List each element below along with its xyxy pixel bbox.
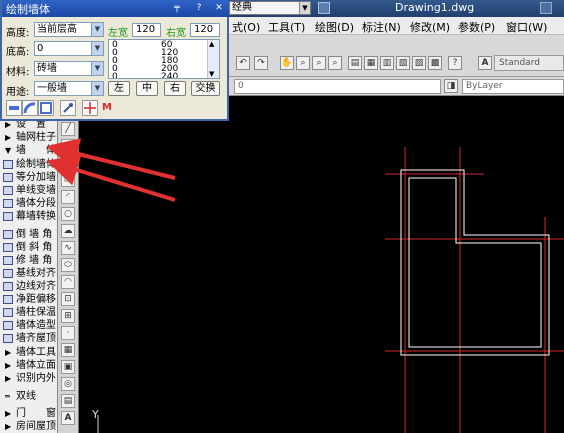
usage-value: 一般墙 [37,83,67,94]
pin-icon[interactable]: ╤ [170,2,184,15]
help-icon[interactable]: ? [192,2,206,15]
right-width-label: 右宽 [166,28,186,39]
right-width-input[interactable]: 120 [190,23,220,37]
material-combo[interactable]: 砖墙 ▼ [34,61,104,76]
mode-label[interactable]: M [102,102,112,113]
left-width-label: 左宽 [108,28,128,39]
swap-button[interactable]: 交换 [191,81,220,96]
usage-label: 用途: [6,87,30,98]
base-height-combo[interactable]: 0 ▼ [34,41,104,56]
list-item[interactable]: 0 [112,73,118,79]
base-label: 底高: [6,47,30,58]
right-width-value: 120 [194,24,214,35]
close-icon[interactable]: ✕ [212,2,226,15]
height-label: 高度: [6,28,30,39]
snap-crosshair-icon[interactable] [82,100,98,116]
eyedropper-icon[interactable] [60,100,76,116]
chevron-down-icon[interactable]: ▼ [91,42,103,55]
dialog-title-bar[interactable]: 绘制墙体 ╤ ? ✕ [2,0,229,17]
chevron-up-icon[interactable]: ▲ [209,40,214,48]
align-center-button[interactable]: 中 [136,81,158,96]
chevron-down-icon[interactable]: ▼ [209,70,214,78]
height-combo[interactable]: 当前层高 ▼ [34,22,104,37]
arrow-to-draw-wall [46,154,176,202]
usage-combo[interactable]: 一般墙 ▼ [34,81,104,96]
dialog-title: 绘制墙体 [6,3,50,16]
draw-wall-dialog: 绘制墙体 ╤ ? ✕ 高度: 当前层高 ▼ 左宽 120 右宽 120 底高: … [0,0,229,121]
chevron-down-icon[interactable]: ▼ [91,82,103,95]
chevron-down-icon[interactable]: ▼ [91,23,103,36]
straight-wall-icon[interactable] [6,100,22,116]
align-left-button[interactable]: 左 [108,81,130,96]
material-label: 材料: [6,67,30,78]
arrow-to-wall-category [46,138,176,180]
left-width-value: 120 [136,24,156,35]
listbox-scrollbar[interactable]: ▲ ▼ [207,40,219,78]
base-value: 0 [37,43,44,54]
height-value: 当前层高 [37,24,77,35]
material-value: 砖墙 [37,63,57,74]
chevron-down-icon[interactable]: ▼ [91,62,103,75]
list-item[interactable]: 240 [161,73,178,79]
align-right-button[interactable]: 右 [164,81,186,96]
rect-wall-icon[interactable] [38,100,54,116]
left-width-input[interactable]: 120 [132,23,161,37]
width-listbox[interactable]: 0 60 0 120 0 180 0 200 0 240 ▲ ▼ [108,39,220,79]
arc-wall-icon[interactable] [22,100,38,116]
